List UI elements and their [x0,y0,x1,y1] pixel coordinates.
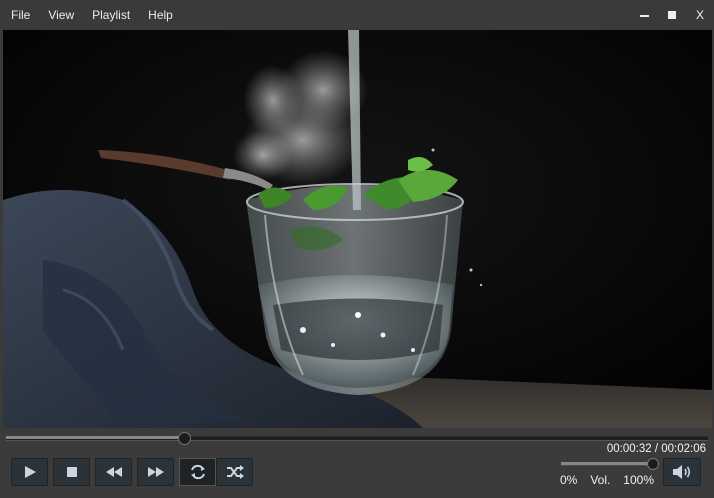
stop-button[interactable] [53,458,90,486]
volume-labels: 0% Vol. 100% [560,473,654,487]
play-icon [24,466,36,478]
menu-view[interactable]: View [39,0,83,30]
volume-handle[interactable] [647,458,659,470]
speaker-icon [673,465,691,479]
maximize-icon [668,11,676,19]
stop-icon [66,467,77,477]
menu-playlist[interactable]: Playlist [83,0,139,30]
menu-help[interactable]: Help [139,0,182,30]
minimize-button[interactable] [630,0,658,30]
close-button[interactable]: X [686,0,714,30]
video-display[interactable] [3,30,712,428]
seek-bar[interactable] [6,432,708,445]
volume-max-label: 100% [623,473,654,487]
repeat-icon [190,464,205,480]
repeat-button[interactable] [179,458,216,486]
mute-button[interactable] [663,458,701,486]
fast-forward-icon [147,467,164,477]
minimize-icon [639,15,649,17]
window-controls: X [630,0,714,30]
play-button[interactable] [11,458,48,486]
volume-track[interactable] [561,462,653,466]
playback-controls [11,458,253,486]
volume-slider[interactable] [561,458,659,470]
menu-bar: File View Playlist Help X [0,0,714,30]
time-display: 00:00:32 / 00:02:06 [606,443,706,455]
menu-file[interactable]: File [0,0,39,30]
shuffle-button[interactable] [216,458,253,486]
rewind-button[interactable] [95,458,132,486]
maximize-button[interactable] [658,0,686,30]
seek-progress [6,436,185,439]
volume-label: Vol. [590,473,611,487]
video-frame-image [3,30,712,428]
shuffle-icon [226,465,244,479]
seek-handle[interactable] [178,432,192,445]
volume-min-label: 0% [560,473,578,487]
rewind-icon [105,467,122,477]
fast-forward-button[interactable] [137,458,174,486]
